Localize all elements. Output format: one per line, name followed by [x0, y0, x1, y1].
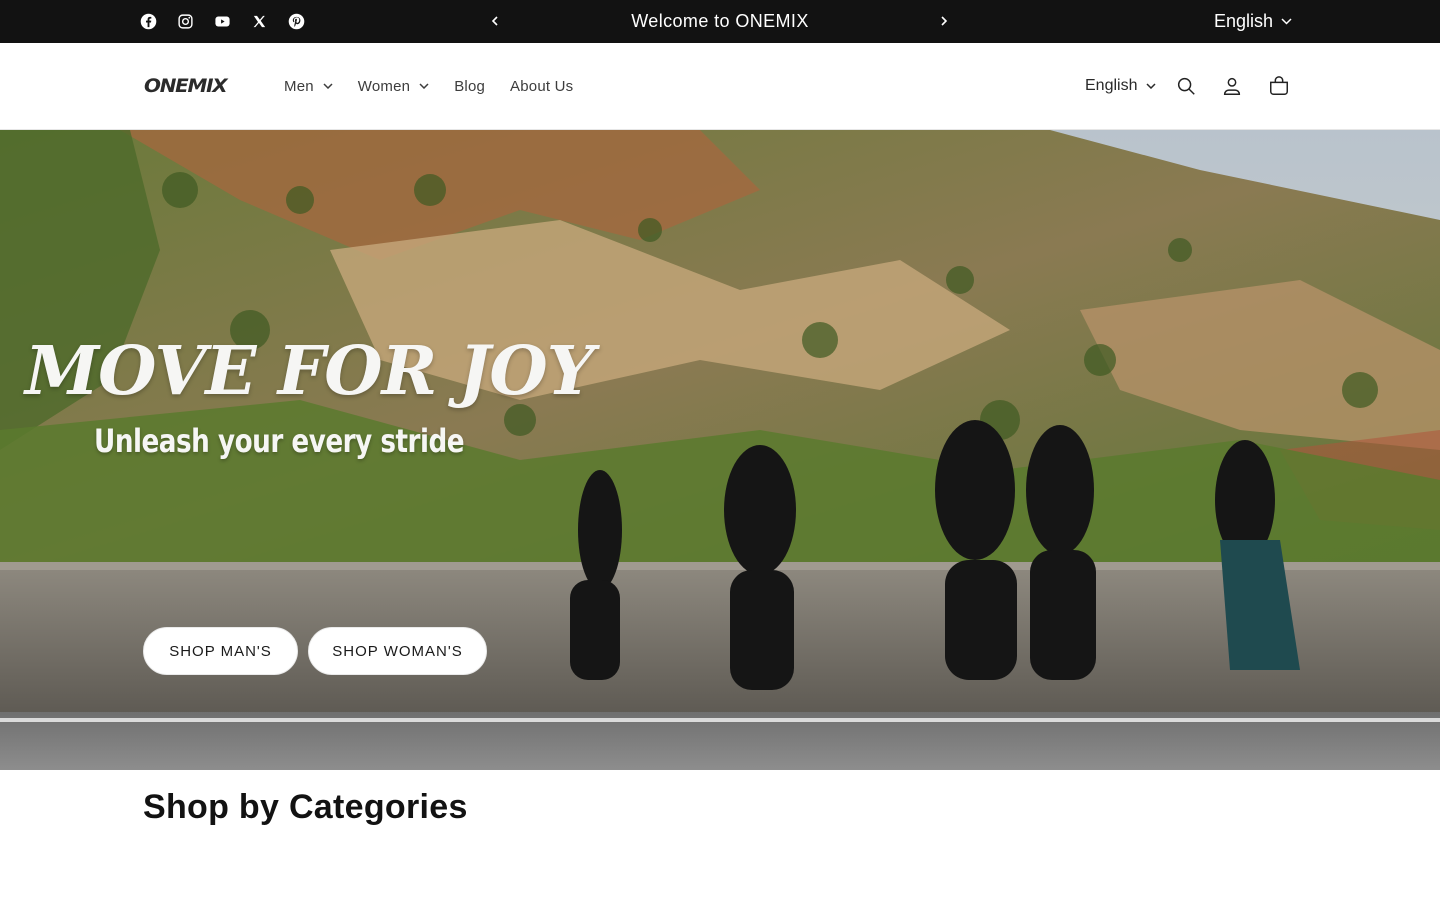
logo-text: ONEMIX	[144, 75, 228, 97]
instagram-icon[interactable]	[174, 10, 196, 32]
hero-subtitle: Unleash your every stride	[94, 422, 465, 460]
announcement-next-button[interactable]	[934, 11, 954, 31]
main-nav: Men Women Blog About Us	[284, 43, 598, 129]
chevron-left-icon	[491, 16, 498, 26]
hero-banner: MOVE FOR JOY Unleash your every stride S…	[0, 130, 1440, 770]
facebook-icon[interactable]	[137, 10, 159, 32]
nav-item-blog[interactable]: Blog	[454, 78, 485, 95]
section-title-categories: Shop by Categories	[143, 788, 468, 826]
nav-item-men[interactable]: Men	[284, 78, 333, 95]
nav-item-women[interactable]: Women	[358, 78, 429, 95]
youtube-icon[interactable]	[211, 10, 233, 32]
account-icon[interactable]	[1220, 74, 1244, 98]
x-icon[interactable]	[248, 10, 270, 32]
shop-men-button[interactable]: SHOP MAN'S	[143, 627, 298, 675]
site-header: ONEMIX Men Women Blog About Us English	[0, 43, 1440, 130]
nav-item-label: Women	[357, 77, 411, 95]
nav-item-label: Men	[284, 77, 314, 95]
announcement-prev-button[interactable]	[485, 11, 505, 31]
shop-women-button[interactable]: SHOP WOMAN'S	[308, 627, 487, 675]
announcement-message: Welcome to ONEMIX	[631, 11, 809, 31]
nav-item-label: About Us	[510, 77, 574, 95]
nav-item-label: Blog	[454, 77, 486, 95]
search-icon[interactable]	[1174, 74, 1198, 98]
cart-icon[interactable]	[1267, 74, 1291, 98]
announcement-language-selector[interactable]: English	[1214, 0, 1292, 43]
nav-item-about-us[interactable]: About Us	[510, 78, 573, 95]
pinterest-icon[interactable]	[285, 10, 307, 32]
site-logo[interactable]: ONEMIX	[144, 74, 242, 98]
chevron-down-icon	[419, 83, 429, 89]
hero-title: MOVE FOR JOY	[25, 331, 595, 410]
chevron-down-icon	[323, 83, 333, 89]
chevron-down-icon	[1146, 83, 1157, 89]
announcement-bar: Welcome to ONEMIX English	[0, 0, 1440, 43]
chevron-down-icon	[1281, 18, 1292, 25]
header-language-selector[interactable]: English	[1085, 43, 1157, 129]
chevron-right-icon	[941, 16, 948, 26]
social-links	[137, 10, 307, 32]
header-language-label: English	[1085, 77, 1138, 94]
announcement-language-label: English	[1213, 11, 1273, 31]
